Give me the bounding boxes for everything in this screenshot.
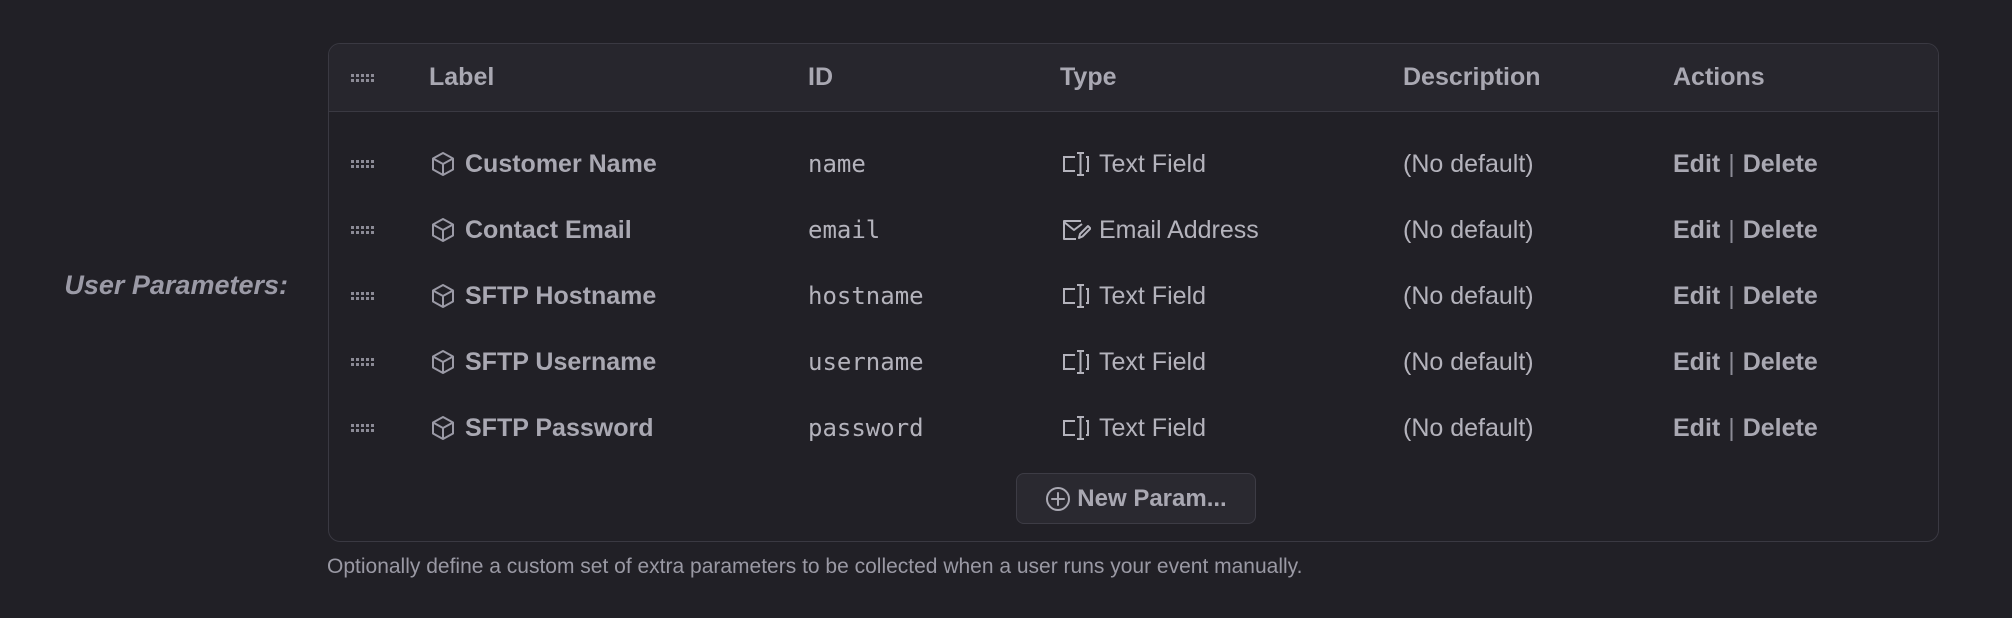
- column-header-type[interactable]: Type: [1060, 44, 1117, 111]
- param-label: Customer Name: [429, 131, 657, 197]
- param-id: name: [808, 150, 866, 178]
- drag-handle-icon[interactable]: [351, 424, 375, 432]
- table-header: Label ID Type Description Actions: [329, 44, 1938, 112]
- cube-icon: [429, 150, 457, 178]
- param-actions: Edit | Delete: [1673, 131, 1818, 197]
- drag-handle-icon[interactable]: [351, 160, 375, 168]
- action-separator: |: [1728, 281, 1735, 310]
- cube-icon: [429, 414, 457, 442]
- param-label-text: Contact Email: [465, 215, 632, 244]
- action-separator: |: [1728, 149, 1735, 178]
- table-row: SFTP Hostname hostname Text Field (No defau…: [329, 263, 1938, 329]
- param-label-text: SFTP Username: [465, 347, 657, 376]
- table-row: SFTP Username username Text Field (No defau…: [329, 329, 1938, 395]
- edit-link[interactable]: Edit: [1673, 348, 1720, 377]
- param-actions: Edit | Delete: [1673, 197, 1818, 263]
- param-label-text: SFTP Hostname: [465, 281, 657, 310]
- param-actions: Edit | Delete: [1673, 329, 1818, 395]
- param-id: hostname: [808, 282, 924, 310]
- param-label: SFTP Username: [429, 329, 656, 395]
- param-label: SFTP Password: [429, 395, 654, 461]
- new-param-label: New Param...: [1077, 484, 1227, 512]
- column-header-actions: Actions: [1673, 63, 1765, 91]
- action-separator: |: [1728, 413, 1735, 442]
- param-label: Contact Email: [429, 197, 632, 263]
- parameters-table: Label ID Type Description Actions Custom…: [328, 43, 1939, 542]
- action-separator: |: [1728, 215, 1735, 244]
- user-parameters-label: User Parameters:: [64, 270, 288, 300]
- action-separator: |: [1728, 347, 1735, 376]
- help-text: Optionally define a custom set of extra …: [327, 555, 1303, 578]
- param-type: Text Field: [1061, 329, 1206, 395]
- table-row: Customer Name name Text Field (No default) E…: [329, 131, 1938, 197]
- cube-icon: [429, 282, 457, 310]
- new-param-button[interactable]: New Param...: [1016, 473, 1256, 524]
- param-type: Text Field: [1061, 131, 1206, 197]
- cube-icon: [429, 348, 457, 376]
- table-row: Contact Email email Email Address (No defau…: [329, 197, 1938, 263]
- delete-link[interactable]: Delete: [1743, 282, 1818, 311]
- edit-link[interactable]: Edit: [1673, 282, 1720, 311]
- param-type: Text Field: [1061, 395, 1206, 461]
- column-header-id[interactable]: ID: [808, 44, 833, 111]
- cube-icon: [429, 216, 457, 244]
- param-type: Email Address: [1061, 197, 1259, 263]
- param-description: (No default): [1403, 281, 1534, 310]
- param-description: (No default): [1403, 347, 1534, 376]
- delete-link[interactable]: Delete: [1743, 414, 1818, 443]
- drag-handle-icon[interactable]: [351, 226, 375, 234]
- param-id: username: [808, 348, 924, 376]
- param-actions: Edit | Delete: [1673, 395, 1818, 461]
- param-description: (No default): [1403, 413, 1534, 442]
- delete-link[interactable]: Delete: [1743, 348, 1818, 377]
- delete-link[interactable]: Delete: [1743, 216, 1818, 245]
- edit-link[interactable]: Edit: [1673, 216, 1720, 245]
- delete-link[interactable]: Delete: [1743, 150, 1818, 179]
- text-field-icon: [1061, 282, 1091, 310]
- text-field-icon: [1061, 348, 1091, 376]
- param-type-text: Email Address: [1099, 215, 1259, 244]
- param-label: SFTP Hostname: [429, 263, 656, 329]
- param-type: Text Field: [1061, 263, 1206, 329]
- param-label-text: Customer Name: [465, 149, 657, 178]
- param-id: email: [808, 216, 881, 244]
- text-field-icon: [1061, 414, 1091, 442]
- param-id: password: [808, 414, 924, 442]
- param-description: (No default): [1403, 149, 1534, 178]
- param-actions: Edit | Delete: [1673, 263, 1818, 329]
- plus-circle-icon: [1045, 486, 1071, 512]
- edit-link[interactable]: Edit: [1673, 414, 1720, 443]
- param-description: (No default): [1403, 215, 1534, 244]
- drag-handle-icon: [351, 74, 375, 82]
- email-icon: [1061, 216, 1091, 244]
- param-type-text: Text Field: [1099, 347, 1206, 376]
- drag-handle-icon[interactable]: [351, 292, 375, 300]
- column-header-description[interactable]: Description: [1403, 44, 1541, 111]
- param-type-text: Text Field: [1099, 413, 1206, 442]
- param-label-text: SFTP Password: [465, 413, 654, 442]
- param-type-text: Text Field: [1099, 149, 1206, 178]
- text-field-icon: [1061, 150, 1091, 178]
- drag-handle-icon[interactable]: [351, 358, 375, 366]
- column-header-label[interactable]: Label: [429, 44, 494, 111]
- edit-link[interactable]: Edit: [1673, 150, 1720, 179]
- param-type-text: Text Field: [1099, 281, 1206, 310]
- table-row: SFTP Password password Text Field (No defau…: [329, 395, 1938, 461]
